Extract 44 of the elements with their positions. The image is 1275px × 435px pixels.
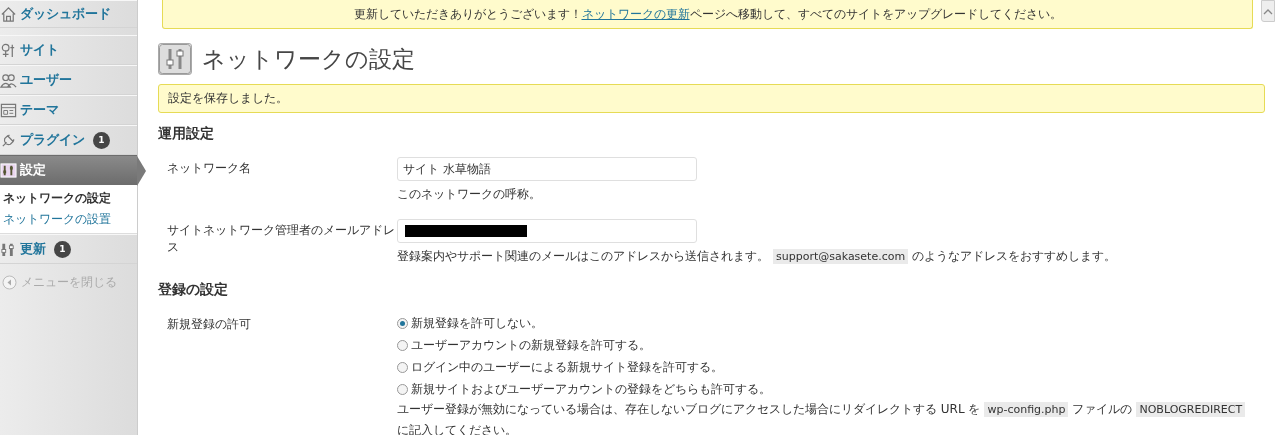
chevron-up-icon (1263, 7, 1273, 15)
radio-button[interactable] (397, 340, 408, 351)
menu-item[interactable]: 更新 1 (0, 234, 137, 264)
radio-label[interactable]: ログイン中のユーザーによる新規サイト登録を許可する。 (411, 359, 723, 376)
section-heading: 登録の設定 (158, 281, 229, 299)
radio-label[interactable]: 新規サイトおよびユーザーアカウントの登録をどちらも許可する。 (411, 381, 771, 398)
menu-item[interactable]: テーマ (0, 95, 137, 125)
network-update-link[interactable]: ネットワークの更新 (581, 5, 690, 23)
menu-item[interactable]: サイト (0, 35, 137, 65)
field-description: ファイルの (1072, 401, 1133, 418)
text-field[interactable]: サイト 水草物語 (397, 157, 697, 181)
radio-button[interactable] (397, 318, 408, 329)
field-description: 登録案内やサポート関連のメールはこのアドレスから送信されます。 (397, 248, 769, 265)
menu-item[interactable]: ユーザー (0, 65, 137, 95)
section-heading: 運用設定 (158, 125, 215, 143)
menu-icon (0, 161, 17, 179)
screen-options-button[interactable] (1261, 0, 1275, 22)
saved-notice: 設定を保存しました。 (158, 84, 1265, 113)
submenu-item[interactable]: ネットワークの設定 (3, 190, 137, 207)
submenu-item[interactable]: ネットワークの設置 (3, 211, 137, 228)
count-badge: 1 (93, 131, 110, 149)
settings-icon (158, 43, 192, 75)
field-label: サイトネットワーク管理者のメールアドレス (167, 222, 396, 256)
code-snippet: NOBLOGREDIRECT (1136, 402, 1246, 417)
radio-button[interactable] (397, 362, 408, 373)
page-title: ネットワークの設定 (202, 44, 415, 74)
field-description: ユーザー登録が無効になっている場合は、存在しないブログにアクセスした場合にリダイレクトする URL を (397, 401, 981, 418)
menu-item[interactable]: ダッシュボード (0, 0, 137, 28)
menu-icon (0, 5, 17, 23)
email-field[interactable] (397, 219, 697, 243)
code-snippet: support@sakasete.com (773, 249, 909, 264)
menu-icon (0, 101, 17, 119)
field-description: このネットワークの呼称。 (397, 186, 541, 203)
menu-icon (0, 41, 17, 59)
count-badge: 1 (54, 240, 71, 258)
menu-icon (0, 71, 17, 89)
code-snippet: wp-config.php (984, 402, 1069, 417)
field-label: ネットワーク名 (167, 160, 252, 177)
field-description: のようなアドレスをおすすめします。 (912, 248, 1117, 265)
radio-label[interactable]: 新規登録を許可しない。 (411, 315, 543, 332)
radio-label[interactable]: ユーザーアカウントの新規登録を許可する。 (411, 337, 651, 354)
field-label: 新規登録の許可 (167, 316, 252, 333)
radio-button[interactable] (397, 384, 408, 395)
update-notice: 更新していただきありがとうございます！ネットワークの更新ページへ移動して、すべてのサイトをアップグレードしてください。 (162, 0, 1253, 29)
